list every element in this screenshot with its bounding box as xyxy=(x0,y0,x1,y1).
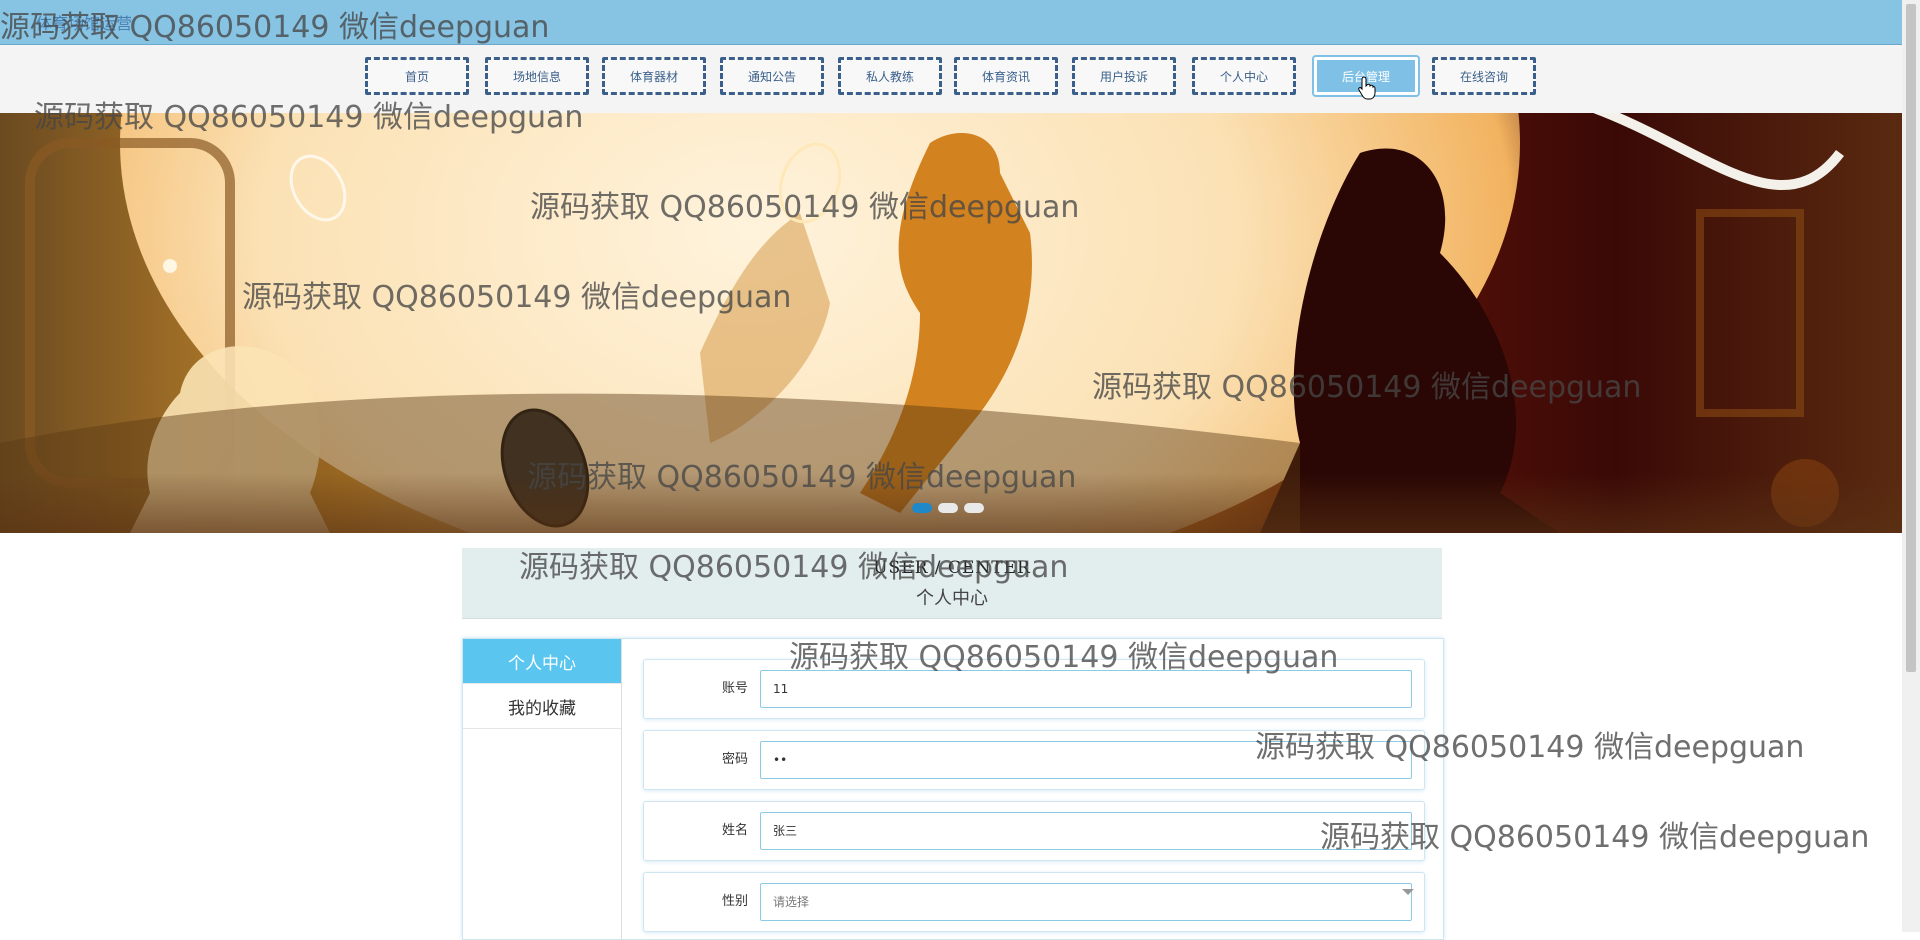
user-center-panel: 个人中心 我的收藏 账号 11 密码 •• 姓名 张三 性别 请选择 xyxy=(462,638,1444,940)
name-label: 姓名 xyxy=(721,823,748,838)
user-center-title-cn: 个人中心 xyxy=(916,588,988,609)
password-label: 密码 xyxy=(721,752,748,767)
top-bar: 体育场馆运营 xyxy=(0,0,1902,45)
nav-complaints[interactable]: 用户投诉 xyxy=(1072,57,1176,95)
slider-dot-3[interactable] xyxy=(964,503,984,513)
account-row: 账号 11 xyxy=(643,659,1425,719)
password-input[interactable]: •• xyxy=(760,741,1412,779)
hero-banner[interactable] xyxy=(0,113,1902,533)
slider-dot-1[interactable] xyxy=(912,503,932,513)
name-row: 姓名 张三 xyxy=(643,801,1425,861)
page-scrollbar[interactable] xyxy=(1902,0,1920,932)
nav-online-consult[interactable]: 在线咨询 xyxy=(1432,57,1536,95)
slider-dot-2[interactable] xyxy=(938,503,958,513)
account-input[interactable]: 11 xyxy=(760,670,1412,708)
site-title[interactable]: 体育场馆运营 xyxy=(36,10,132,34)
sidebar-item-personal-center[interactable]: 个人中心 xyxy=(463,639,621,684)
user-center-header: USER / CENTER 个人中心 xyxy=(462,548,1442,619)
chevron-down-icon xyxy=(1402,889,1414,895)
gender-row: 性别 请选择 xyxy=(643,872,1425,932)
name-input[interactable]: 张三 xyxy=(760,812,1412,850)
gender-select[interactable]: 请选择 xyxy=(760,883,1412,921)
main-nav: 首页 场地信息 体育器材 通知公告 私人教练 体育资讯 用户投诉 个人中心 后台… xyxy=(0,45,1902,113)
nav-home[interactable]: 首页 xyxy=(365,57,469,95)
nav-sports-equipment[interactable]: 体育器材 xyxy=(602,57,706,95)
nav-personal-center[interactable]: 个人中心 xyxy=(1192,57,1296,95)
banner-sports-silhouettes xyxy=(0,113,1844,533)
user-center-title-en: USER / CENTER xyxy=(873,558,1031,578)
nav-notices[interactable]: 通知公告 xyxy=(720,57,824,95)
nav-sports-news[interactable]: 体育资讯 xyxy=(954,57,1058,95)
scrollbar-thumb[interactable] xyxy=(1906,4,1916,672)
slider-dots xyxy=(912,503,984,513)
sidebar-item-favorites[interactable]: 我的收藏 xyxy=(463,684,621,729)
nav-venue-info[interactable]: 场地信息 xyxy=(485,57,589,95)
user-sidebar: 个人中心 我的收藏 xyxy=(463,639,622,939)
password-row: 密码 •• xyxy=(643,730,1425,790)
nav-personal-trainer[interactable]: 私人教练 xyxy=(838,57,942,95)
account-label: 账号 xyxy=(721,681,748,696)
hand-cursor-icon xyxy=(1358,76,1376,100)
gender-label: 性别 xyxy=(721,894,748,909)
